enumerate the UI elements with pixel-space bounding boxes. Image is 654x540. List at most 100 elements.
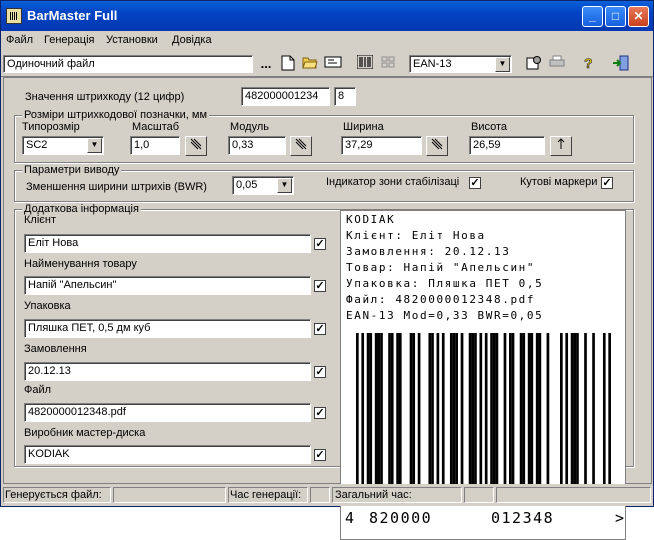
product-label: Найменування товару (24, 258, 137, 270)
height-input[interactable]: 26,59 (469, 136, 545, 155)
preview-line: Замовлення: 20.12.13 (346, 245, 511, 258)
quiet-zone-checkbox[interactable]: ✓ (469, 177, 481, 189)
barcode-bar (602, 333, 606, 503)
preview-line: KODIAK (346, 213, 396, 226)
client-checkbox[interactable]: ✓ (314, 238, 326, 250)
product-checkbox[interactable]: ✓ (314, 280, 326, 292)
corner-markers-label: Кутові маркери (520, 176, 598, 188)
width-label: Ширина (343, 121, 384, 133)
barcode-bar (455, 333, 458, 493)
package-checkbox[interactable]: ✓ (314, 323, 326, 335)
menu-file[interactable]: Файл (6, 34, 33, 46)
barcode-bar (484, 333, 488, 503)
barcode-bar (412, 333, 416, 493)
package-label: Упаковка (24, 300, 71, 312)
barcode-bar (576, 333, 579, 493)
save-label-icon[interactable] (324, 55, 342, 73)
size-select[interactable]: SC2 ▼ (22, 136, 104, 155)
help-icon[interactable]: ? (580, 55, 598, 73)
master-disk-input[interactable]: KODIAK (24, 445, 311, 464)
barcode-bar (573, 333, 577, 493)
menu-generate[interactable]: Генерація (44, 34, 94, 46)
browse-button[interactable]: ... (257, 55, 275, 73)
barcode-bar (377, 333, 381, 493)
bwr-value: 0,05 (236, 179, 258, 191)
barcode-bar (449, 333, 453, 493)
barcode-bar (356, 333, 359, 503)
mode-input[interactable]: Одиночний файл (3, 55, 253, 73)
new-file-icon[interactable] (279, 55, 297, 73)
properties-icon[interactable] (525, 55, 543, 73)
status-pane-generating-value (113, 487, 226, 503)
barcode-bar (530, 333, 534, 493)
barcode-bar (374, 333, 378, 493)
barcode-bar (431, 333, 434, 493)
maximize-button[interactable]: □ (605, 6, 626, 27)
height-calc-button[interactable] (550, 136, 572, 156)
close-button[interactable]: ✕ (628, 6, 649, 27)
up-arrow-icon (557, 138, 565, 149)
width-calc-button[interactable] (426, 136, 448, 156)
title-bar[interactable]: BarMaster Full _ □ ✕ (1, 1, 653, 31)
open-folder-icon[interactable] (301, 55, 319, 73)
chevron-down-icon[interactable]: ▼ (87, 138, 102, 153)
minimize-button[interactable]: _ (582, 6, 603, 27)
barcode-bar (428, 333, 432, 493)
module-label: Модуль (230, 121, 269, 133)
output-title: Параметри виводу (22, 164, 122, 176)
width-input[interactable]: 37,29 (341, 136, 422, 155)
barcode-bar (495, 333, 499, 493)
chevron-down-icon[interactable]: ▼ (277, 178, 292, 193)
barcode-bar (468, 333, 472, 493)
package-input[interactable]: Пляшка ПЕТ, 0,5 дм куб (24, 319, 311, 338)
corner-markers-checkbox[interactable]: ✓ (601, 177, 613, 189)
bwr-select[interactable]: 0,05 ▼ (232, 176, 294, 195)
module-calc-button[interactable] (290, 136, 312, 156)
barcode-value-input[interactable]: 482000001234 (241, 87, 330, 106)
barcode-bar (511, 333, 515, 493)
barcode-bar (503, 333, 507, 493)
barcode-icon[interactable] (356, 54, 374, 73)
file-checkbox[interactable]: ✓ (314, 407, 326, 419)
barcode-bar (479, 333, 483, 503)
menu-help[interactable]: Довідка (172, 34, 212, 46)
master-disk-label: Виробник мастер-диска (24, 427, 146, 439)
symbology-select[interactable]: EAN-13 ▼ (409, 55, 512, 73)
dimensions-title: Розміри штрихкодової позначки, мм (22, 109, 210, 121)
barcode-bar (527, 333, 531, 493)
barcode-bar (436, 333, 440, 493)
barcode-bar (452, 333, 456, 493)
grid-icon[interactable] (379, 55, 397, 73)
order-input[interactable]: 20.12.13 (24, 362, 311, 381)
height-label: Висота (471, 121, 508, 133)
file-input[interactable]: 4820000012348.pdf (24, 403, 311, 422)
barcode-bar (546, 333, 550, 493)
client-input[interactable]: Еліт Нова (24, 234, 311, 253)
app-window: BarMaster Full _ □ ✕ Файл Генерація Уста… (0, 0, 654, 540)
preview-line: Клієнт: Еліт Нова (346, 229, 486, 242)
barcode-bar (522, 333, 526, 493)
printer-icon[interactable] (548, 55, 566, 73)
menu-settings[interactable]: Установки (106, 34, 158, 46)
barcode-bar (380, 333, 383, 493)
barcode-bar (361, 333, 365, 503)
scale-calc-button[interactable] (185, 136, 207, 156)
barcode-value-label: Значення штрихкоду (12 цифр) (25, 91, 185, 103)
exit-icon[interactable] (612, 55, 630, 73)
scale-label: Масштаб (132, 121, 180, 133)
preview-line: Товар: Напій "Апельсин" (346, 261, 536, 274)
scale-input[interactable]: 1,0 (130, 136, 180, 155)
product-input[interactable]: Напій "Апельсин" (24, 276, 311, 295)
size-value: SC2 (26, 139, 48, 151)
chevron-down-icon[interactable]: ▼ (495, 57, 510, 72)
master-disk-checkbox[interactable]: ✓ (314, 449, 326, 461)
barcode-digits-right: 012348 (491, 509, 555, 527)
preview-line: EAN-13 Mod=0,33 BWR=0,05 (346, 309, 544, 322)
module-input[interactable]: 0,33 (228, 136, 286, 155)
barcode-bar (441, 333, 445, 493)
barcode-quiet-marker: > (615, 509, 625, 527)
barcode-bar (584, 333, 587, 493)
barcode-bar (396, 333, 399, 493)
client-label: Клієнт (24, 214, 56, 226)
order-checkbox[interactable]: ✓ (314, 366, 326, 378)
